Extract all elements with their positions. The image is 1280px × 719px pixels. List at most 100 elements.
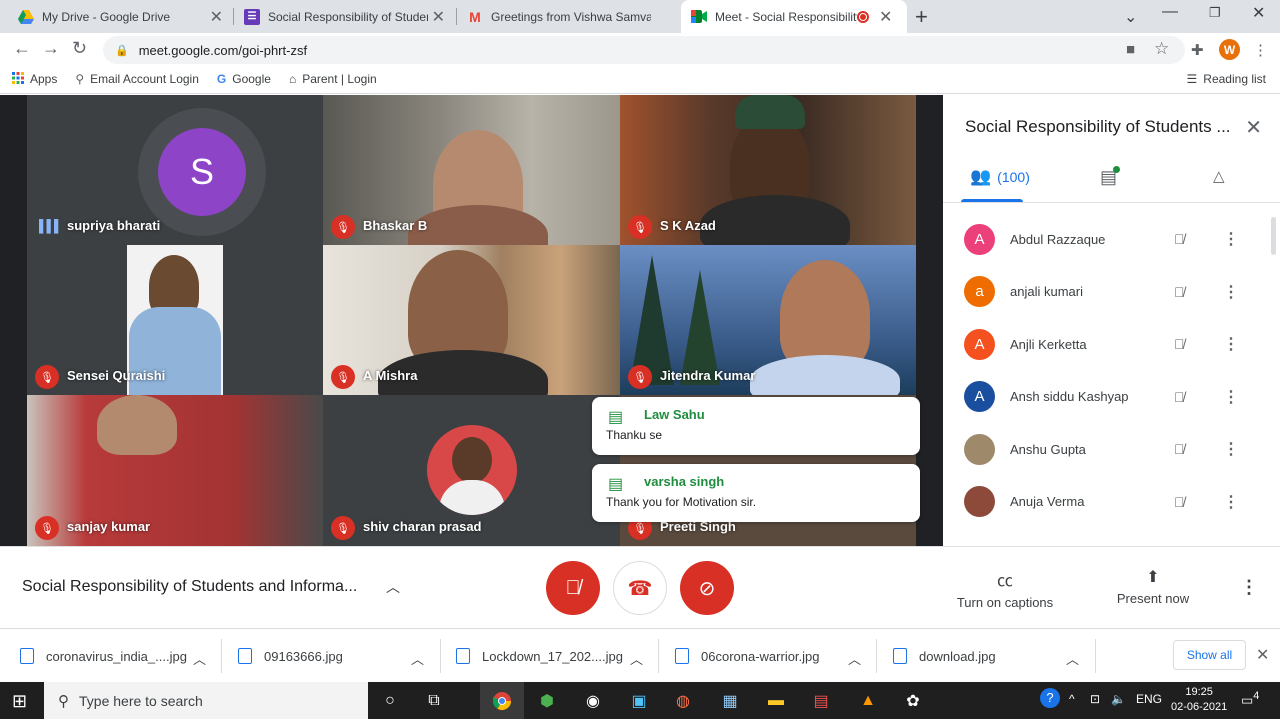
chevron-up-icon[interactable]: ^ xyxy=(1069,692,1075,706)
list-item[interactable]: Anuja Verma 🎙̸ ⋮ xyxy=(943,476,1280,529)
download-item[interactable]: 06corona-warrior.jpg xyxy=(675,648,820,664)
download-item[interactable]: Lockdown_17_202....jpg xyxy=(456,648,623,664)
tab-activities[interactable]: △ xyxy=(1213,167,1225,185)
new-tab-button[interactable]: + xyxy=(915,4,928,30)
close-window-button[interactable]: ✕ xyxy=(1252,3,1265,23)
bookmark-parent-login[interactable]: ⌂ Parent | Login xyxy=(289,72,377,86)
tab-chat[interactable]: ▤ xyxy=(1100,166,1121,188)
app-icon[interactable]: ▤ xyxy=(808,688,834,714)
firefox-icon[interactable]: ◍ xyxy=(670,688,696,714)
reading-list[interactable]: ☰ Reading list xyxy=(1187,72,1266,86)
chevron-up-icon[interactable]: ︿ xyxy=(193,649,206,668)
more-options-icon[interactable]: ⋮ xyxy=(1223,387,1239,407)
mic-off-icon: 🎙̸ xyxy=(1174,493,1185,510)
chevron-up-icon[interactable]: ︿ xyxy=(848,649,861,668)
show-all-button[interactable]: Show all xyxy=(1173,640,1246,670)
notifications-icon[interactable]: ▭4 xyxy=(1241,690,1259,708)
bookmark-google[interactable]: G Google xyxy=(217,72,271,86)
list-item[interactable]: A Anjli Kerketta 🎙̸ ⋮ xyxy=(943,318,1280,371)
back-arrow-icon[interactable]: ← xyxy=(13,38,31,59)
chrome-icon[interactable] xyxy=(480,682,524,719)
leave-call-button[interactable]: ☎ xyxy=(613,561,667,615)
list-item[interactable]: A Ansh siddu Kashyap 🎙̸ ⋮ xyxy=(943,371,1280,424)
app-icon[interactable]: ▣ xyxy=(626,688,652,714)
captions-button[interactable]: ㏄ Turn on captions xyxy=(952,567,1058,610)
more-options-icon[interactable]: ⋮ xyxy=(1223,282,1239,302)
download-item[interactable]: download.jpg xyxy=(893,648,996,664)
close-tab-icon[interactable]: ✕ xyxy=(432,7,445,27)
cortana-icon[interactable]: ○ xyxy=(377,688,403,714)
tab-meet[interactable]: Meet - Social Responsibility ✕ xyxy=(681,0,907,33)
mic-off-icon: 🎙 xyxy=(628,215,652,239)
list-item[interactable]: A Abdul Razzaque 🎙̸ ⋮ xyxy=(943,213,1280,266)
meeting-title[interactable]: Social Responsibility of Students and In… xyxy=(22,578,357,596)
activities-icon: △ xyxy=(1213,168,1225,185)
reload-icon[interactable]: ↻ xyxy=(72,38,87,59)
download-item[interactable]: 09163666.jpg xyxy=(238,648,343,664)
download-item[interactable]: coronavirus_india_....jpg xyxy=(20,648,187,664)
bookmark-apps[interactable]: Apps xyxy=(12,71,57,87)
windows-start-icon[interactable]: ⊞ xyxy=(12,691,27,712)
participant-tile[interactable]: 🎙 A Mishra xyxy=(323,245,620,395)
address-bar[interactable]: 🔒 meet.google.com/goi-phrt-zsf xyxy=(103,36,1185,64)
bookmark-email-login[interactable]: ⚲ Email Account Login xyxy=(75,72,199,86)
camera-toggle-button[interactable]: ⊘ xyxy=(680,561,734,615)
forward-arrow-icon[interactable]: → xyxy=(42,38,60,59)
video-grid: S ▌▌▌ supriya bharati 🎙 Bhaskar B 🎙 S K … xyxy=(0,95,943,546)
close-icon[interactable]: ✕ xyxy=(1245,115,1262,140)
panel-scrollbar[interactable] xyxy=(1271,217,1276,255)
tab-social-responsibility-form[interactable]: ☰ Social Responsibility of Students ✕ xyxy=(234,0,455,33)
mic-toggle-button[interactable]: 🎙̸ xyxy=(546,561,600,615)
close-icon[interactable]: ✕ xyxy=(1256,645,1269,665)
chevron-up-icon[interactable]: ︿ xyxy=(386,577,400,597)
menu-kebab-icon[interactable]: ⋮ xyxy=(1253,41,1268,59)
tab-search-icon[interactable]: ⌄ xyxy=(1124,7,1137,27)
task-view-icon[interactable]: ⧉ xyxy=(421,688,447,714)
list-item[interactable]: Anshu Gupta 🎙̸ ⋮ xyxy=(943,423,1280,476)
present-now-button[interactable]: ⬆ Present now xyxy=(1110,567,1196,606)
chevron-up-icon[interactable]: ︿ xyxy=(1066,649,1079,668)
close-tab-icon[interactable]: ✕ xyxy=(210,7,223,27)
language-indicator[interactable]: ENG xyxy=(1136,692,1162,706)
help-icon[interactable]: ? xyxy=(1040,688,1060,708)
clock[interactable]: 19:25 02-06-2021 xyxy=(1171,685,1227,715)
participant-tile[interactable]: S ▌▌▌ supriya bharati xyxy=(27,95,323,245)
bookmark-star-icon[interactable]: ☆ xyxy=(1154,39,1169,59)
tab-my-drive[interactable]: My Drive - Google Drive ✕ xyxy=(8,0,233,33)
more-options-icon[interactable]: ⋮ xyxy=(1223,229,1239,249)
participant-tile[interactable]: 🎙 Jitendra Kumar xyxy=(620,245,916,395)
camera-icon[interactable]: ■ xyxy=(1126,41,1135,58)
volume-icon[interactable]: 🔈 xyxy=(1111,692,1126,706)
taskbar-search[interactable]: ⚲ Type here to search xyxy=(44,682,368,719)
more-options-icon[interactable]: ⋮ xyxy=(1223,334,1239,354)
vlc-icon[interactable]: ▲ xyxy=(855,688,881,714)
profile-avatar[interactable]: W xyxy=(1219,39,1240,60)
participant-tile[interactable]: 🎙 shiv charan prasad xyxy=(323,395,620,546)
app-icon[interactable]: ◉ xyxy=(580,688,606,714)
file-explorer-icon[interactable]: ▬ xyxy=(763,688,789,714)
chat-notification[interactable]: ▤ varsha singh Thank you for Motivation … xyxy=(592,464,920,522)
participant-tile[interactable]: 🎙 Sensei Quraishi xyxy=(27,245,323,395)
list-item[interactable]: a anjali kumari 🎙̸ ⋮ xyxy=(943,266,1280,319)
network-icon[interactable]: ⊡ xyxy=(1090,692,1100,706)
participant-tile[interactable]: 🎙 Bhaskar B xyxy=(323,95,620,245)
calculator-icon[interactable]: ▦ xyxy=(717,688,743,714)
tab-people[interactable]: 👥 (100) xyxy=(970,167,1030,187)
chevron-up-icon[interactable]: ︿ xyxy=(411,649,424,668)
chevron-up-icon[interactable]: ︿ xyxy=(630,649,643,668)
more-options-icon[interactable]: ⋮ xyxy=(1240,577,1258,598)
tab-gmail[interactable]: M Greetings from Vishwa Samvad K xyxy=(457,0,678,33)
minimize-button[interactable]: — xyxy=(1162,3,1178,21)
more-options-icon[interactable]: ⋮ xyxy=(1223,492,1239,512)
more-options-icon[interactable]: ⋮ xyxy=(1223,439,1239,459)
participant-tile[interactable]: 🎙 sanjay kumar xyxy=(27,395,323,546)
app-icon[interactable]: ✿ xyxy=(900,688,926,714)
chat-notification[interactable]: ▤ Law Sahu Thanku se xyxy=(592,397,920,455)
close-tab-icon[interactable]: ✕ xyxy=(879,7,892,27)
extensions-icon[interactable]: ✚ xyxy=(1191,41,1204,59)
participant-tile[interactable]: 🎙 S K Azad xyxy=(620,95,916,245)
app-icon[interactable]: ⬢ xyxy=(534,688,560,714)
browser-tab-strip: My Drive - Google Drive ✕ ☰ Social Respo… xyxy=(0,0,1280,33)
google-icon: G xyxy=(216,72,227,86)
restore-button[interactable]: ❐ xyxy=(1209,5,1221,21)
